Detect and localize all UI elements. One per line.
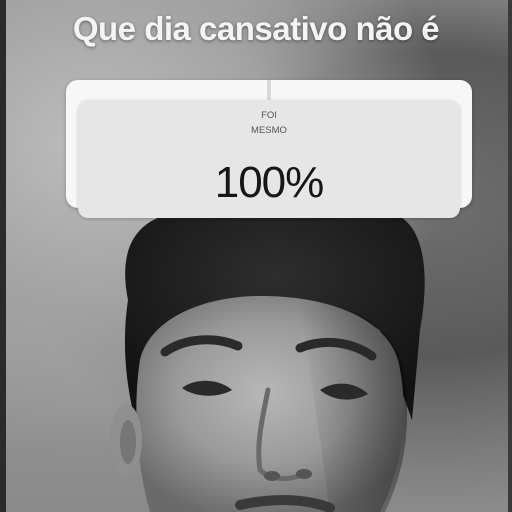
story-canvas: Que dia cansativo não é FOI MESMO 100% [0,0,512,512]
background-photo [110,214,425,512]
right-edge-shadow [508,0,512,512]
sticker-divider [267,80,271,100]
question-line-1: FOI [261,110,277,121]
left-edge-shadow [0,0,6,512]
question-sticker[interactable]: FOI MESMO 100% [66,80,472,218]
answer-card[interactable]: FOI MESMO 100% [78,100,460,218]
story-caption: Que dia cansativo não é [72,10,440,47]
question-line-2: MESMO [251,125,287,136]
result-percent: 100% [214,158,325,207]
sticker-question: FOI MESMO [78,108,460,138]
